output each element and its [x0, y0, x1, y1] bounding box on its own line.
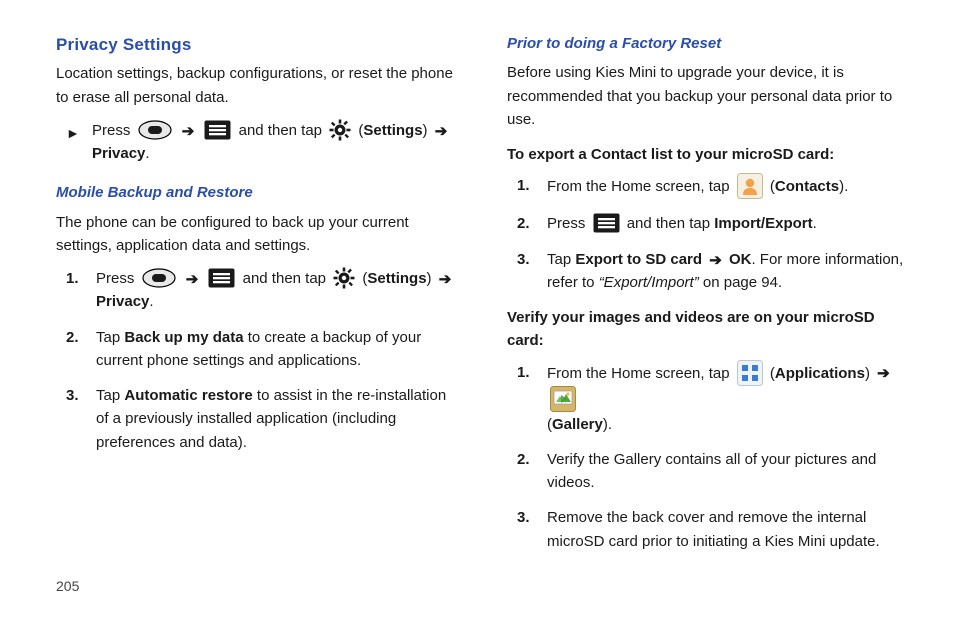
step-number: 2. [66, 326, 96, 349]
tap-label: Tap [96, 387, 124, 404]
step-number: 3. [66, 384, 96, 407]
contacts-paren: (Contacts) [770, 178, 844, 195]
tap-label: Tap [96, 329, 124, 346]
backup-steps: 1. Press ➔ and then tap (Settings) [66, 267, 455, 454]
step-number: 2. [517, 212, 547, 235]
bullet-icon: ► [66, 119, 92, 145]
heading-factory-reset: Prior to doing a Factory Reset [507, 32, 906, 55]
rest2: on page 94. [699, 274, 782, 291]
settings-bold: Settings [367, 270, 426, 287]
step-text: Remove the back cover and remove the int… [547, 506, 906, 553]
right-column: Prior to doing a Factory Reset Before us… [507, 30, 906, 565]
privacy-bold: Privacy [96, 293, 149, 310]
post: . [813, 215, 817, 232]
step-3: 3. Remove the back cover and remove the … [517, 506, 906, 553]
import-export-bold: Import/Export [714, 215, 812, 232]
settings-bold: Settings [363, 122, 422, 139]
and-then-tap-label: and then tap [627, 215, 715, 232]
post: . [844, 178, 848, 195]
press-label: Press [92, 122, 135, 139]
settings-paren: (Settings) [358, 122, 431, 139]
step-number: 3. [517, 506, 547, 529]
arrow-icon: ➔ [439, 268, 452, 291]
step-1: 1. From the Home screen, tap (Contacts). [517, 174, 906, 200]
privacy-bold: Privacy [92, 145, 145, 162]
step-3: 3. Tap Automatic restore to assist in th… [66, 384, 455, 454]
and-then-tap-label: and then tap [243, 270, 331, 287]
left-column: Privacy Settings Location settings, back… [56, 30, 455, 565]
arrow-icon: ➔ [186, 268, 199, 291]
and-then-tap-label: and then tap [239, 122, 327, 139]
applications-grid-icon [737, 360, 763, 386]
page: Privacy Settings Location settings, back… [0, 0, 954, 585]
step-1: 1. From the Home screen, tap (Applicatio… [517, 361, 906, 436]
step-number: 1. [517, 174, 547, 197]
gallery-paren: (Gallery) [547, 416, 608, 433]
gallery-app-icon [550, 386, 576, 412]
step-number: 2. [517, 448, 547, 471]
settings-gear-icon [333, 267, 355, 289]
subheading-verify-media: Verify your images and videos are on you… [507, 306, 906, 353]
step-2: 2. Tap Back up my data to create a backu… [66, 326, 455, 373]
press-sequence: ► Press ➔ and then tap (Settings) ➔ Priv… [66, 119, 455, 166]
menu-button-icon [208, 268, 235, 288]
step-number: 1. [66, 267, 96, 290]
step-3: 3. Tap Export to SD card ➔ OK. For more … [517, 248, 906, 295]
backup-intro: The phone can be configured to back up y… [56, 211, 455, 258]
arrow-icon: ➔ [709, 249, 722, 272]
tap-label: Tap [547, 251, 575, 268]
contacts-bold: Contacts [775, 178, 839, 195]
pre-text: From the Home screen, tap [547, 364, 734, 381]
pre-text: From the Home screen, tap [547, 178, 734, 195]
heading-privacy-settings: Privacy Settings [56, 32, 455, 58]
export-steps: 1. From the Home screen, tap (Contacts).… [517, 174, 906, 294]
arrow-icon: ➔ [877, 362, 890, 385]
intro-text: Location settings, backup configurations… [56, 62, 455, 109]
press-label: Press [96, 270, 139, 287]
applications-bold: Applications [775, 364, 865, 381]
ok-bold: OK [729, 251, 752, 268]
gallery-bold: Gallery [552, 416, 603, 433]
applications-paren: (Applications) [770, 364, 870, 381]
auto-restore-bold: Automatic restore [124, 387, 252, 404]
backup-my-data-bold: Back up my data [124, 329, 243, 346]
contacts-app-icon [737, 173, 763, 199]
home-button-icon [138, 120, 172, 140]
step-number: 3. [517, 248, 547, 271]
arrow-icon: ➔ [435, 120, 448, 143]
settings-gear-icon [329, 119, 351, 141]
subheading-export-contacts: To export a Contact list to your microSD… [507, 143, 906, 166]
factory-reset-intro: Before using Kies Mini to upgrade your d… [507, 61, 906, 131]
step-2: 2. Verify the Gallery contains all of yo… [517, 448, 906, 495]
home-button-icon [142, 268, 176, 288]
step-1: 1. Press ➔ and then tap (Settings) [66, 267, 455, 314]
menu-button-icon [204, 120, 231, 140]
settings-paren: (Settings) [362, 270, 435, 287]
post: . [608, 416, 612, 433]
arrow-icon: ➔ [182, 120, 195, 143]
step-number: 1. [517, 361, 547, 384]
verify-steps: 1. From the Home screen, tap (Applicatio… [517, 361, 906, 553]
step-2: 2. Press and then tap Import/Export. [517, 212, 906, 235]
export-sd-bold: Export to SD card [575, 251, 702, 268]
heading-mobile-backup: Mobile Backup and Restore [56, 181, 455, 204]
menu-button-icon [593, 213, 620, 233]
page-number: 205 [56, 576, 79, 598]
press-label: Press [547, 215, 590, 232]
export-import-italic: “Export/Import” [599, 274, 699, 291]
step-text: Verify the Gallery contains all of your … [547, 448, 906, 495]
